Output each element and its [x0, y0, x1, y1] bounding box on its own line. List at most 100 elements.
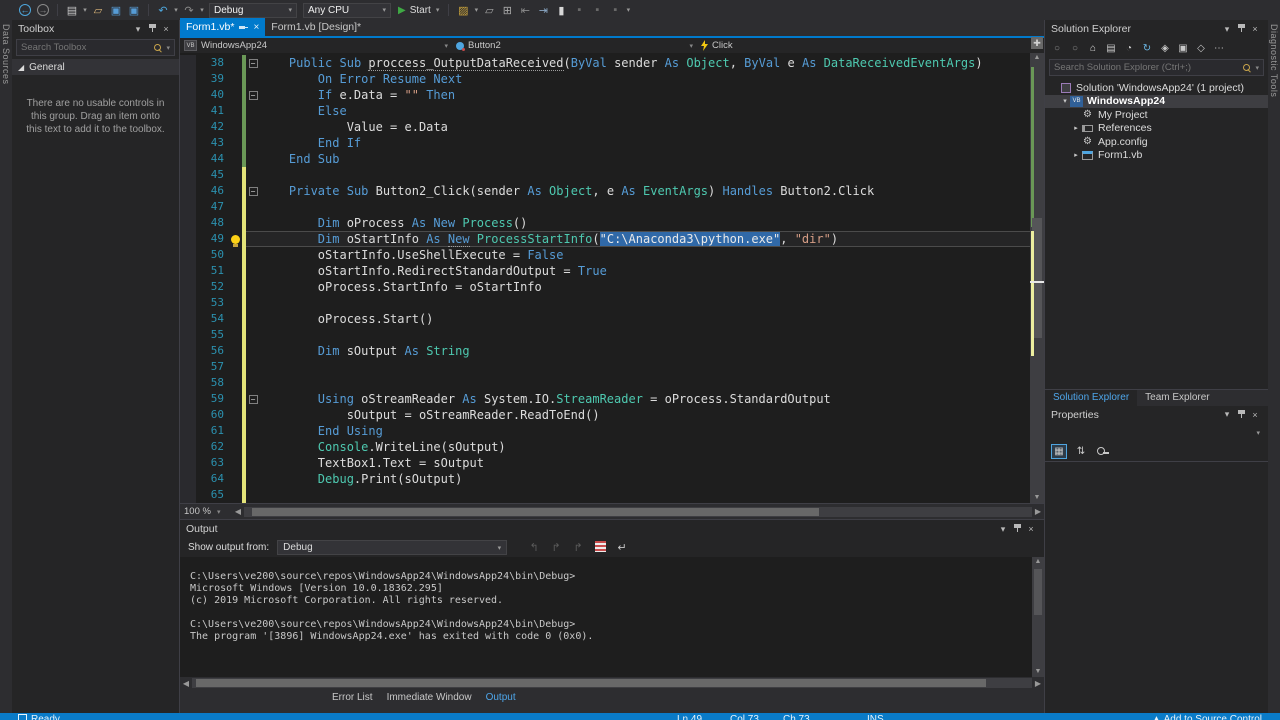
code-line-53[interactable]: 53 — [180, 295, 1030, 311]
code-line-64[interactable]: 64 Debug.Print(sOutput) — [180, 471, 1030, 487]
tree-item-form1-vb[interactable]: ▸ Form1.vb — [1045, 149, 1268, 163]
outlining-margin[interactable] — [246, 343, 260, 359]
output-window-menu-icon[interactable]: ▾ — [996, 524, 1010, 535]
document-tab-form1-vb-[interactable]: Form1.vb* × — [180, 18, 266, 36]
output-vertical-scrollbar[interactable]: ▲ ▼ — [1032, 557, 1044, 677]
dropdown-chevron-icon[interactable]: ▾ — [81, 6, 89, 14]
outlining-margin[interactable] — [246, 247, 260, 263]
tree-item-references[interactable]: ▸ References — [1045, 122, 1268, 136]
toolbox-search[interactable]: ▾ — [16, 39, 175, 56]
tree-item-app-config[interactable]: ⚙ App.config — [1045, 135, 1268, 149]
outlining-margin[interactable] — [246, 359, 260, 375]
goto-next-message-icon[interactable]: ↱ — [569, 541, 587, 554]
code-text[interactable]: End Using — [260, 423, 1030, 439]
code-line-55[interactable]: 55 — [180, 327, 1030, 343]
outlining-margin[interactable] — [246, 215, 260, 231]
code-text[interactable]: sOutput = oStreamReader.ReadToEnd() — [260, 407, 1030, 423]
toolbox-section-general[interactable]: ◢ General — [12, 59, 179, 75]
save-all-icon[interactable]: ▣ — [125, 2, 143, 18]
panel-tab-output[interactable]: Output — [486, 692, 516, 703]
output-pin-icon[interactable] — [1010, 523, 1024, 535]
code-text[interactable]: Console.WriteLine(sOutput) — [260, 439, 1030, 455]
fold-collapse-icon[interactable]: − — [248, 394, 258, 404]
editor-zoom-combo[interactable]: 100 % ▾ — [180, 505, 232, 519]
breakpoint-margin[interactable] — [180, 103, 196, 119]
fold-collapse-icon[interactable]: − — [248, 90, 258, 100]
panel-tab-error-list[interactable]: Error List — [332, 692, 373, 703]
code-line-42[interactable]: 42 Value = e.Data — [180, 119, 1030, 135]
tree-expander-icon[interactable]: ▸ — [1071, 124, 1081, 132]
outlining-margin[interactable]: − — [246, 183, 260, 199]
quick-actions-icon[interactable]: ▨ — [454, 2, 472, 18]
solution-explorer-pin-icon[interactable] — [1234, 23, 1248, 35]
code-text[interactable]: oProcess.Start() — [260, 311, 1030, 327]
search-options-chevron-icon[interactable]: ▾ — [1255, 64, 1259, 72]
dropdown-chevron-icon[interactable]: ▾ — [624, 6, 632, 14]
code-text[interactable]: oStartInfo.RedirectStandardOutput = True — [260, 263, 1030, 279]
code-line-62[interactable]: 62 Console.WriteLine(sOutput) — [180, 439, 1030, 455]
nav-forward-icon[interactable]: → — [34, 2, 52, 18]
scroll-left-icon[interactable]: ◀ — [180, 679, 192, 688]
breadcrumb-project[interactable]: VB WindowsApp24 ▾ — [180, 38, 452, 53]
clear-all-icon[interactable] — [591, 540, 609, 555]
solution-explorer-window-menu-icon[interactable]: ▾ — [1220, 24, 1234, 35]
switch-views-icon[interactable]: ▤ — [1103, 43, 1119, 54]
outlining-margin[interactable] — [246, 167, 260, 183]
outlining-margin[interactable] — [246, 295, 260, 311]
start-button[interactable]: ▶ Start ▾ — [398, 5, 439, 16]
scroll-down-icon[interactable]: ▼ — [1030, 493, 1044, 503]
scrollbar-thumb[interactable] — [1034, 569, 1042, 615]
undo-icon[interactable]: ↶ — [154, 2, 172, 18]
panel-tab-solution-explorer[interactable]: Solution Explorer — [1045, 389, 1138, 406]
breakpoint-margin[interactable] — [180, 87, 196, 103]
outlining-margin[interactable] — [246, 439, 260, 455]
code-line-38[interactable]: 38 − Public Sub proccess_OutputDataReceiv… — [180, 55, 1030, 71]
outlining-margin[interactable] — [246, 199, 260, 215]
code-text[interactable]: Dim oProcess As New Process() — [260, 215, 1030, 231]
home-icon[interactable]: ⌂ — [1085, 43, 1101, 54]
solution-platform-combo[interactable]: Any CPU ▾ — [303, 2, 391, 18]
outlining-margin[interactable]: − — [246, 87, 260, 103]
code-text[interactable] — [260, 359, 1030, 375]
fold-collapse-icon[interactable]: − — [248, 186, 258, 196]
code-text[interactable]: oProcess.StartInfo = oStartInfo — [260, 279, 1030, 295]
redo-icon[interactable]: ↷ — [180, 2, 198, 18]
new-project-icon[interactable]: ▱ — [480, 2, 498, 18]
outlining-margin[interactable] — [246, 71, 260, 87]
output-horizontal-scrollbar[interactable] — [192, 678, 1032, 688]
breakpoint-margin[interactable] — [180, 471, 196, 487]
scroll-right-icon[interactable]: ▶ — [1032, 507, 1044, 516]
code-text[interactable]: Dim oStartInfo As New ProcessStartInfo("… — [260, 231, 1030, 247]
nav-back-icon[interactable]: ← — [16, 2, 34, 18]
code-line-51[interactable]: 51 oStartInfo.RedirectStandardOutput = T… — [180, 263, 1030, 279]
outlining-margin[interactable] — [246, 119, 260, 135]
code-line-40[interactable]: 40 − If e.Data = "" Then — [180, 87, 1030, 103]
message-icon[interactable]: ▪ — [606, 2, 624, 18]
properties-window-menu-icon[interactable]: ▾ — [1220, 409, 1234, 420]
editor-horizontal-scrollbar[interactable] — [244, 506, 1032, 517]
outlining-margin[interactable] — [246, 487, 260, 503]
code-text[interactable]: End If — [260, 135, 1030, 151]
code-line-58[interactable]: 58 — [180, 375, 1030, 391]
editor-vertical-scrollbar[interactable]: ✚ ▲ ▼ — [1030, 37, 1044, 503]
breakpoint-margin[interactable] — [180, 135, 196, 151]
properties-pin-icon[interactable] — [1234, 409, 1248, 421]
uncomment-icon[interactable]: ▪ — [588, 2, 606, 18]
code-text[interactable] — [260, 199, 1030, 215]
outlining-margin[interactable] — [246, 135, 260, 151]
outlining-margin[interactable] — [246, 471, 260, 487]
tree-item-windowsapp24[interactable]: ▾ VB WindowsApp24 — [1045, 94, 1268, 108]
word-wrap-icon[interactable]: ↵ — [613, 541, 631, 554]
save-icon[interactable]: ▣ — [107, 2, 125, 18]
solution-explorer-search-input[interactable] — [1054, 62, 1243, 73]
panel-tab-immediate-window[interactable]: Immediate Window — [387, 692, 472, 703]
code-text[interactable]: On Error Resume Next — [260, 71, 1030, 87]
fold-collapse-icon[interactable]: − — [248, 58, 258, 68]
solution-explorer-close-icon[interactable]: × — [1248, 24, 1262, 34]
sync-icon[interactable]: ◇ — [1193, 43, 1209, 54]
outlining-margin[interactable] — [246, 151, 260, 167]
code-line-47[interactable]: 47 — [180, 199, 1030, 215]
code-text[interactable] — [260, 327, 1030, 343]
properties-object-combo[interactable]: ▾ — [1049, 425, 1264, 441]
categorized-icon[interactable]: ▦ — [1051, 443, 1067, 459]
